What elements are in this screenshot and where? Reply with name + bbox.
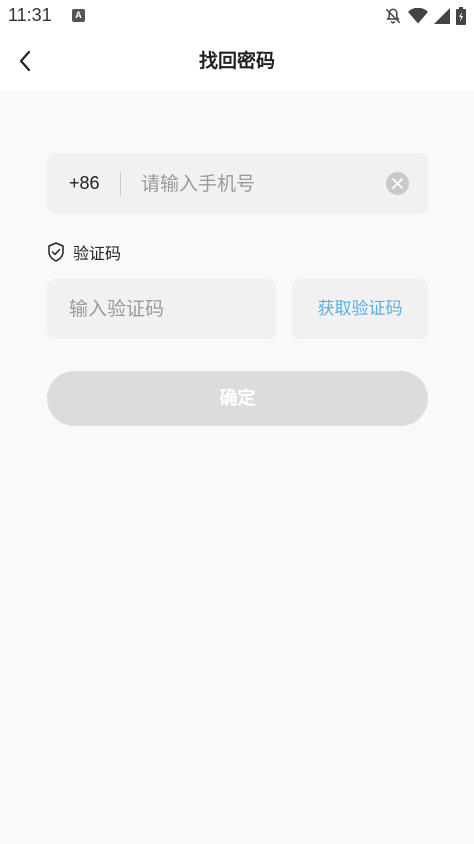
get-code-button[interactable]: 获取验证码 [292, 279, 428, 339]
clear-button[interactable] [386, 172, 409, 195]
chevron-left-icon [19, 50, 31, 72]
cellular-signal-icon [434, 8, 450, 24]
status-bar: 11:31 A [0, 0, 474, 32]
verification-code-label: 验证码 [73, 244, 122, 263]
shield-check-icon [48, 242, 64, 262]
phone-input[interactable] [141, 153, 371, 214]
notifications-off-icon [385, 8, 401, 24]
back-button[interactable] [8, 44, 42, 78]
battery-icon [456, 7, 466, 25]
country-code[interactable]: +86 [69, 153, 100, 214]
phone-field: +86 [47, 153, 428, 214]
navigation-bar: 找回密码 [0, 32, 474, 90]
verification-code-label-row: 验证码 [47, 240, 121, 264]
app-notification-icon: A [72, 9, 85, 22]
verification-code-field [47, 279, 276, 339]
wifi-icon [408, 8, 428, 24]
status-icons [384, 6, 466, 26]
confirm-button[interactable]: 确定 [47, 371, 428, 426]
clear-circle-icon [392, 178, 403, 189]
page-title: 找回密码 [198, 50, 275, 72]
status-time: 11:31 [8, 5, 52, 25]
verification-code-input[interactable] [69, 279, 264, 339]
divider [120, 172, 121, 196]
